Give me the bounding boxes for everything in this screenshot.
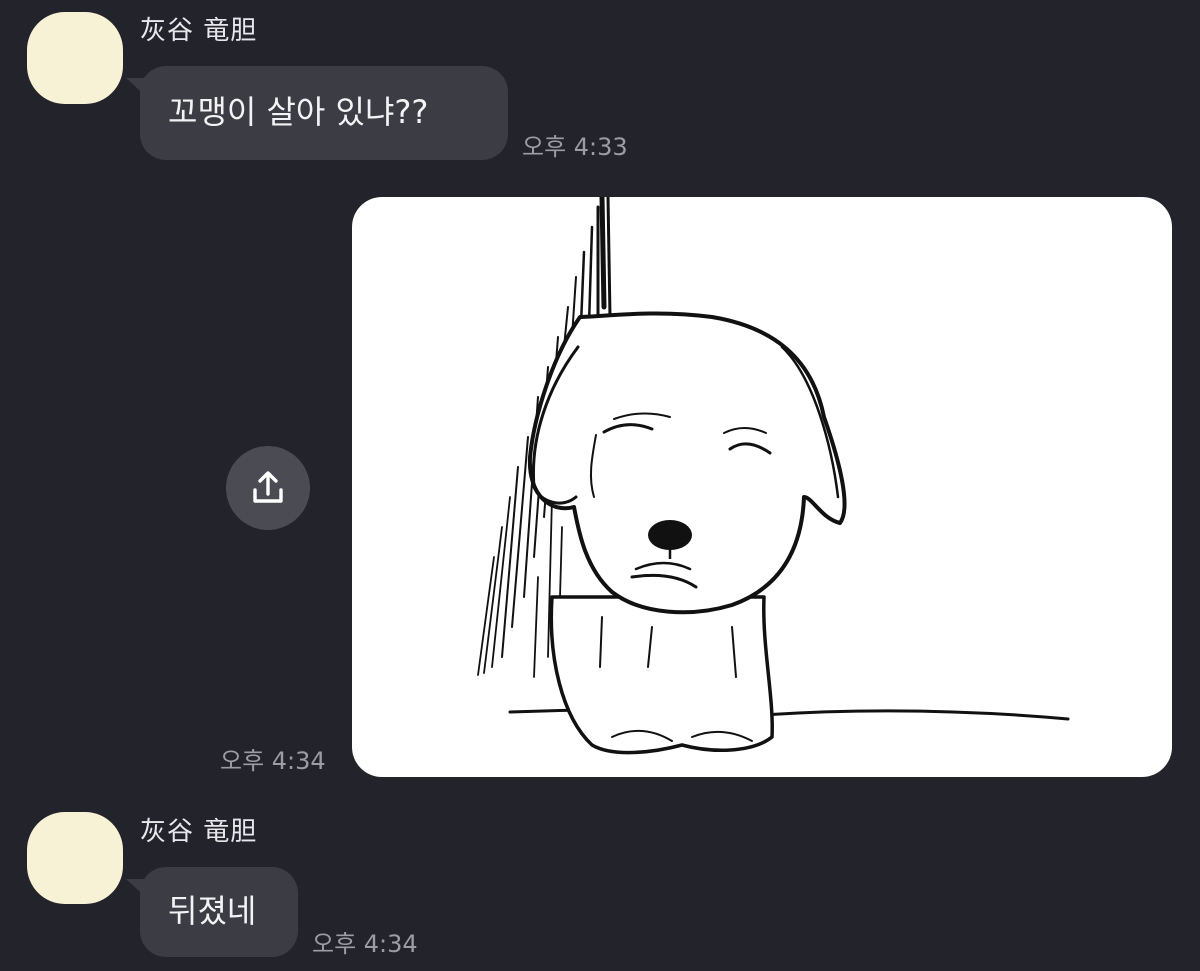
message-text: 꼬맹이 살아 있냐?? — [168, 93, 429, 131]
message-time: 오후 4:34 — [220, 747, 326, 775]
share-upload-icon — [253, 471, 283, 503]
sender-name: 灰谷 竜胆 — [140, 16, 258, 46]
sender-avatar[interactable] — [27, 812, 123, 904]
message-text: 뒤졌네 — [168, 892, 257, 930]
dog-sketch-image[interactable] — [352, 197, 1172, 777]
chat-window: 灰谷 竜胆 꼬맹이 살아 있냐?? 오후 4:33 오후 4:34 灰谷 竜胆 … — [0, 0, 1200, 971]
bubble-tail — [126, 879, 150, 901]
sender-avatar[interactable] — [27, 12, 123, 104]
sender-name: 灰谷 竜胆 — [140, 817, 258, 847]
share-button[interactable] — [226, 446, 310, 530]
message-time: 오후 4:34 — [312, 930, 418, 958]
message-bubble[interactable]: 꼬맹이 살아 있냐?? — [126, 66, 508, 160]
message-time: 오후 4:33 — [522, 133, 628, 161]
dog-sketch-drawing — [477, 197, 1070, 755]
message-bubble[interactable]: 뒤졌네 — [126, 867, 298, 957]
bubble-tail — [126, 78, 150, 100]
